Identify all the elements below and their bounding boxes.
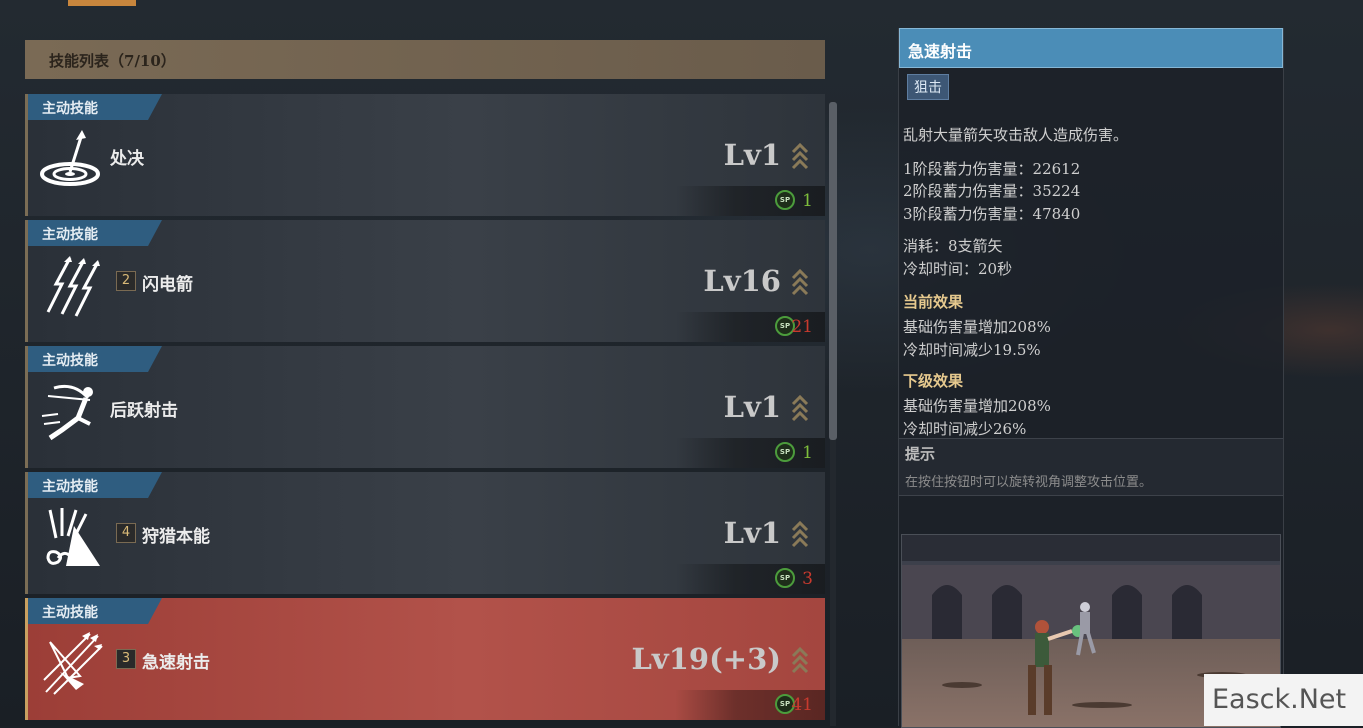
- skill-level: Lv16: [703, 264, 781, 298]
- rapid-fire-icon: [43, 632, 103, 695]
- stat-line: 3阶段蓄力伤害量：47840: [903, 205, 1081, 223]
- skill-name: 处决: [110, 149, 144, 169]
- cooldown-line: 冷却时间：20秒: [903, 260, 1013, 278]
- skill-type-label: 主动技能: [42, 353, 98, 369]
- cost-line: 消耗：8支箭矢: [903, 237, 1003, 255]
- hotkey-badge: 2: [116, 271, 136, 291]
- sp-cost-value: 1: [802, 191, 813, 211]
- scrollbar-thumb[interactable]: [829, 102, 837, 440]
- sp-icon: SP: [775, 568, 795, 588]
- skill-name: 闪电箭: [142, 275, 193, 295]
- effect-line: 基础伤害量增加208%: [903, 397, 1051, 415]
- current-effect-heading: 当前效果: [903, 293, 964, 311]
- effect-line: 冷却时间减少26%: [903, 420, 1027, 438]
- level-up-chevron-icon[interactable]: [791, 142, 809, 170]
- skill-level: Lv19(+3): [631, 642, 781, 676]
- skill-card-execute[interactable]: 主动技能 处决 Lv1 SP 1: [25, 94, 825, 216]
- skill-type-tag: 主动技能: [28, 220, 162, 246]
- next-effect-heading: 下级效果: [903, 372, 964, 390]
- level-up-chevron-icon[interactable]: [791, 268, 809, 296]
- skill-level: Lv1: [723, 138, 781, 172]
- hint-text: 在按住按钮时可以旋转视角调整攻击位置。: [905, 475, 1153, 490]
- skill-type-tag: 主动技能: [28, 346, 162, 372]
- stat-line: 2阶段蓄力伤害量：35224: [903, 182, 1081, 200]
- backflip-archer-icon: [41, 384, 93, 441]
- skill-card-rapid-fire[interactable]: 主动技能 3 急速射击 Lv19(+3) SP 41: [25, 598, 825, 720]
- skill-level: Lv1: [723, 516, 781, 550]
- level-up-chevron-icon[interactable]: [791, 520, 809, 548]
- skill-type-label: 主动技能: [42, 227, 98, 243]
- skill-card-hunting-instinct[interactable]: 主动技能 4 狩猎本能 Lv1 SP 3: [25, 472, 825, 594]
- target-arrow-icon: [40, 130, 100, 186]
- skill-name: 后跃射击: [110, 401, 178, 421]
- skill-level: Lv1: [723, 390, 781, 424]
- skill-category-tag: 狙击: [907, 74, 949, 100]
- skill-list-header: 技能列表（7/10）: [25, 40, 825, 79]
- detail-title-bar: 急速射击: [899, 28, 1283, 68]
- hunting-instinct-icon: [46, 508, 100, 566]
- sp-icon: SP: [775, 442, 795, 462]
- detail-title: 急速射击: [908, 42, 973, 61]
- sp-icon: SP: [775, 190, 795, 210]
- skill-type-tag: 主动技能: [28, 94, 162, 120]
- skill-name: 狩猎本能: [142, 527, 210, 547]
- effect-line: 冷却时间减少19.5%: [903, 341, 1041, 359]
- sp-cost-value: 3: [802, 569, 813, 589]
- skill-type-label: 主动技能: [42, 605, 98, 621]
- watermark: Easck.Net: [1204, 674, 1363, 726]
- skill-name: 急速射击: [142, 653, 210, 673]
- hint-box: 提示 在按住按钮时可以旋转视角调整攻击位置。: [899, 438, 1283, 496]
- skill-type-label: 主动技能: [42, 101, 98, 117]
- hint-heading: 提示: [905, 445, 936, 463]
- lightning-arrows-icon: [46, 256, 100, 317]
- skill-list-title: 技能列表（7/10）: [49, 52, 176, 70]
- sp-cost-value: 1: [802, 443, 813, 463]
- hotkey-badge: 4: [116, 523, 136, 543]
- watermark-text: Easck.Net: [1212, 684, 1347, 715]
- skill-card-lightning-arrow[interactable]: 主动技能 2 闪电箭 Lv16 SP 21: [25, 220, 825, 342]
- skill-detail-panel: 急速射击 狙击 乱射大量箭矢攻击敌人造成伤害。 1阶段蓄力伤害量：22612 2…: [898, 28, 1284, 728]
- skill-type-tag: 主动技能: [28, 472, 162, 498]
- sp-cost-value: 41: [791, 695, 813, 715]
- level-up-chevron-icon[interactable]: [791, 646, 809, 674]
- top-tab-indicator: [68, 0, 136, 6]
- stat-line: 1阶段蓄力伤害量：22612: [903, 160, 1081, 178]
- skill-type-label: 主动技能: [42, 479, 98, 495]
- hotkey-badge: 3: [116, 649, 136, 669]
- skill-type-tag: 主动技能: [28, 598, 162, 624]
- effect-line: 基础伤害量增加208%: [903, 318, 1051, 336]
- skill-card-back-leap-shot[interactable]: 主动技能 后跃射击 Lv1 SP 1: [25, 346, 825, 468]
- skill-list-panel: 技能列表（7/10） 主动技能 处决 Lv1 SP 1 主动技能 2 闪电箭 L…: [25, 40, 825, 726]
- sp-cost-value: 21: [791, 317, 813, 337]
- level-up-chevron-icon[interactable]: [791, 394, 809, 422]
- skill-description: 乱射大量箭矢攻击敌人造成伤害。: [903, 126, 1129, 144]
